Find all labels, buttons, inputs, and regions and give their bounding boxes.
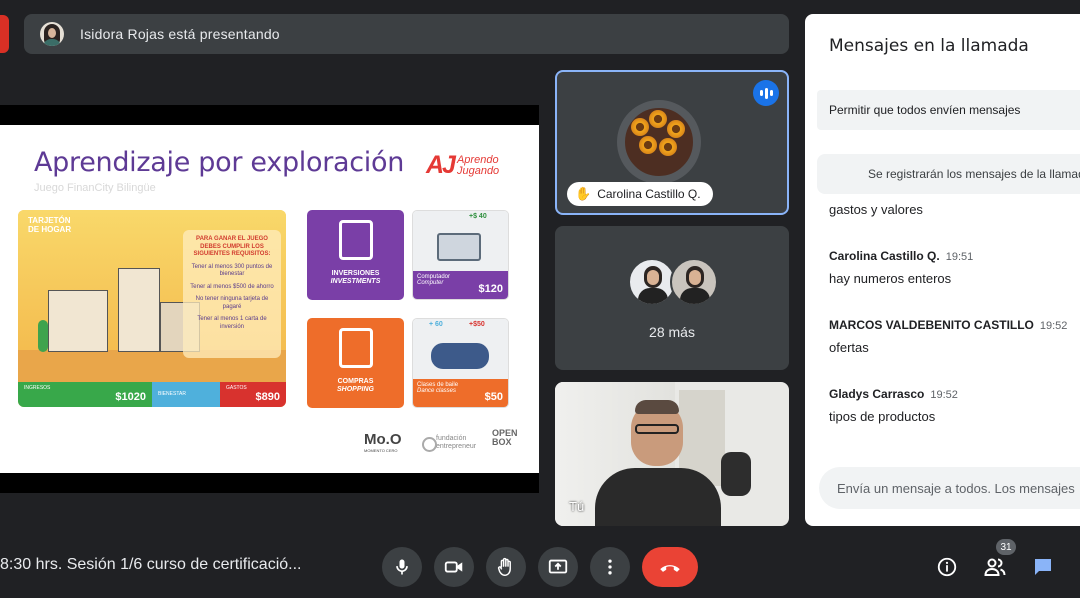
people-icon	[984, 558, 1006, 576]
speaking-indicator-icon	[753, 80, 779, 106]
participant-tile-carolina[interactable]: ✋ Carolina Castillo Q.	[555, 70, 789, 215]
chat-icon	[1035, 559, 1051, 575]
present-screen-button[interactable]	[538, 547, 578, 587]
shared-screen: Aprendizaje por exploración Juego FinanC…	[0, 105, 539, 493]
participant-avatar	[670, 258, 718, 306]
tarjeton-card: TARJETÓN DE HOGAR PARA GANAR EL JUEGO DEB…	[18, 210, 286, 407]
self-name-label: Tú	[569, 499, 585, 514]
people-button[interactable]	[979, 551, 1011, 583]
presenter-avatar	[40, 22, 64, 46]
game-rules: PARA GANAR EL JUEGO DEBES CUMPLIR LOS SI…	[183, 230, 281, 358]
message-author: Gladys Carrasco	[829, 387, 925, 401]
people-count-badge: 31	[996, 539, 1016, 555]
present-screen-icon	[548, 559, 568, 574]
message-author: Carolina Castillo Q.	[829, 249, 940, 263]
investments-card: INVERSIONES INVESTMENTS	[307, 210, 404, 300]
meeting-info-button[interactable]	[931, 551, 963, 583]
chat-message-input[interactable]	[819, 467, 1080, 509]
participant-name-label: ✋ Carolina Castillo Q.	[567, 182, 713, 206]
presenter-text: Isidora Rojas está presentando	[80, 26, 280, 42]
call-end-icon	[660, 565, 680, 572]
participant-tile-self[interactable]: Tú	[555, 382, 789, 526]
chat-message-text: tipos de productos	[829, 409, 936, 424]
house-illustration	[48, 290, 108, 352]
cactus-illustration	[38, 320, 48, 352]
shopping-card: COMPRAS SHOPPING	[307, 318, 404, 408]
tarjeton-tag: TARJETÓN DE HOGAR	[28, 216, 72, 234]
chat-button[interactable]	[1027, 551, 1059, 583]
meeting-title: 8:30 hrs. Sesión 1/6 curso de certificac…	[0, 556, 302, 573]
recording-indicator	[0, 15, 9, 53]
message-time: 19:52	[930, 389, 958, 401]
chat-message: Carolina Castillo Q. 19:51 hay numeros en…	[829, 249, 1080, 286]
computer-card: +$ 40 Computador Computer $120	[412, 210, 509, 300]
message-time: 19:51	[945, 251, 974, 263]
camera-button[interactable]	[434, 547, 474, 587]
allow-messages-toggle[interactable]: Permitir que todos envíen mensajes	[817, 90, 1080, 130]
slide-subtitle: Juego FinanCity Bilingüe	[34, 182, 156, 194]
momento-cero-logo: Mo.O MOMENTO CERO	[364, 431, 402, 453]
arrow-up-icon	[339, 220, 373, 260]
participant-avatar	[628, 258, 676, 306]
raise-hand-icon	[497, 557, 511, 576]
aprendo-jugando-logo: AJ Aprendo Jugando	[426, 151, 500, 179]
fundacion-entrepreneur-logo: fundación entrepreneur	[422, 435, 476, 452]
openbox-logo: OPEN BOX	[492, 428, 518, 447]
chat-message-text: hay numeros enteros	[829, 271, 952, 286]
more-vert-icon	[608, 559, 612, 575]
info-icon	[937, 557, 957, 577]
laptop-icon	[437, 233, 481, 261]
tarjeton-totals: INGRESOS $1020 BIENESTAR GASTOS $890	[18, 382, 286, 407]
slide-title: Aprendizaje por exploración	[34, 147, 405, 178]
chat-message: MARCOS VALDEBENITO CASTILLO 19:52 ofertas	[829, 318, 1080, 355]
carolina-avatar	[617, 100, 701, 184]
chat-panel: Mensajes en la llamada Permitir que todo…	[805, 14, 1080, 526]
mic-icon	[396, 559, 408, 575]
chat-message: Gladys Carrasco 19:52 tipos de productos	[829, 387, 1080, 424]
dance-classes-card: + 60 +$50 Clases de baile Dance classes $5…	[412, 318, 509, 408]
chat-title: Mensajes en la llamada	[829, 36, 1029, 56]
chat-message-text: gastos y valores	[829, 202, 923, 217]
raised-hand-icon: ✋	[575, 186, 592, 201]
more-options-button[interactable]	[590, 547, 630, 587]
more-participants-count: 28 más	[649, 324, 695, 340]
drums-icon	[431, 343, 489, 369]
message-author: MARCOS VALDEBENITO CASTILLO	[829, 318, 1034, 332]
microphone-button[interactable]	[382, 547, 422, 587]
shopping-bag-icon	[339, 328, 373, 368]
presenter-bar: Isidora Rojas está presentando	[24, 14, 789, 54]
camera-icon	[444, 561, 463, 573]
raise-hand-button[interactable]	[486, 547, 526, 587]
chat-recording-notice: Se registrarán los mensajes de la llamad…	[817, 154, 1080, 194]
message-time: 19:52	[1039, 320, 1068, 332]
participant-tile-more[interactable]: 28 más	[555, 226, 789, 370]
presentation-slide: Aprendizaje por exploración Juego FinanC…	[0, 125, 539, 473]
chat-message-text: ofertas	[829, 340, 869, 355]
leave-call-button[interactable]	[642, 547, 698, 587]
